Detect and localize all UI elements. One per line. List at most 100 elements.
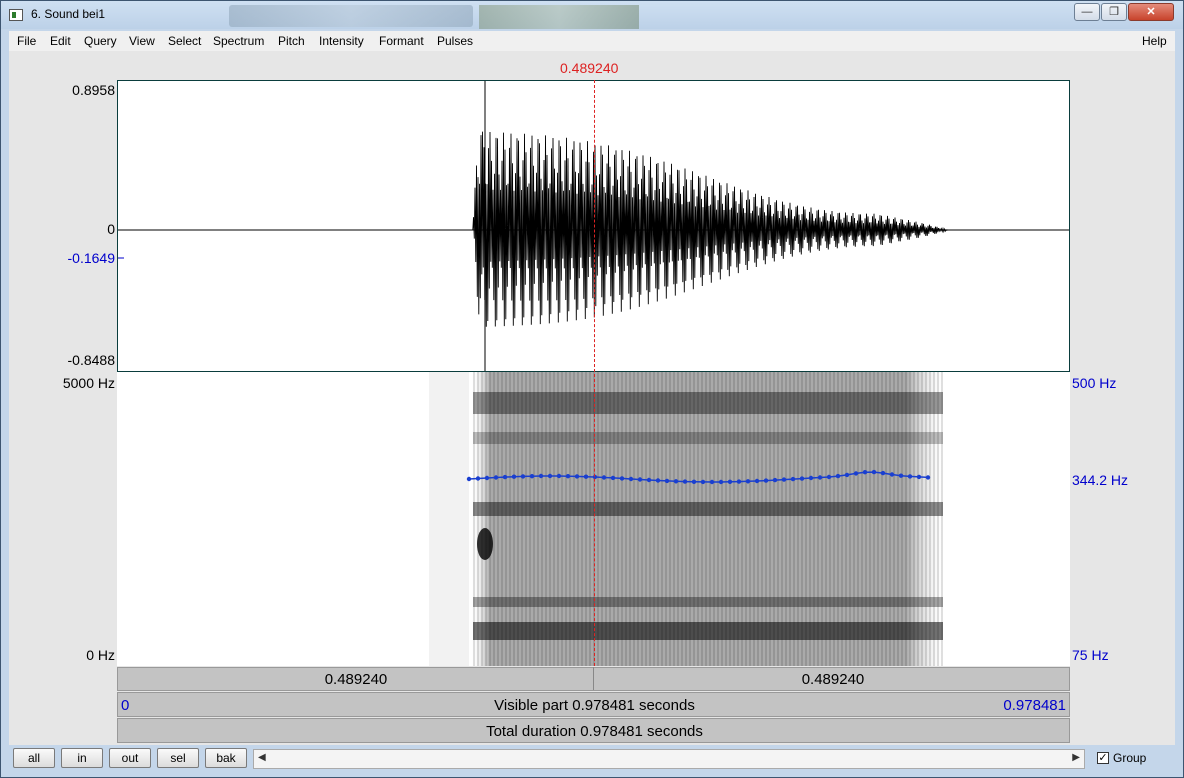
total-duration-bar[interactable]: Total duration 0.978481 seconds bbox=[117, 718, 1070, 743]
zoom-in-button[interactable]: in bbox=[61, 748, 103, 768]
background-window-title-blur bbox=[229, 5, 473, 27]
title-bar[interactable]: 6. Sound bei1 — ❐ ✕ bbox=[1, 1, 1183, 29]
waveform-trace bbox=[418, 131, 1069, 327]
pitch-cursor-label: 344.2 Hz bbox=[1072, 472, 1129, 488]
menu-select[interactable]: Select bbox=[168, 34, 201, 48]
praat-sound-window: 6. Sound bei1 — ❐ ✕ File Edit Query View… bbox=[0, 0, 1184, 778]
formant-band bbox=[473, 392, 943, 414]
pitch-point bbox=[781, 477, 787, 482]
pitch-point bbox=[736, 479, 742, 484]
maximize-button[interactable]: ❐ bbox=[1101, 3, 1127, 21]
pitch-point bbox=[529, 474, 535, 479]
menu-intensity[interactable]: Intensity bbox=[319, 34, 364, 48]
pitch-point bbox=[691, 479, 697, 484]
menu-spectrum[interactable]: Spectrum bbox=[213, 34, 264, 48]
pitch-point bbox=[808, 475, 814, 481]
pitch-point bbox=[772, 477, 778, 483]
pitch-point bbox=[925, 475, 931, 480]
menu-query[interactable]: Query bbox=[84, 34, 117, 48]
spectrogram-freq-min: 0 Hz bbox=[86, 647, 115, 663]
pitch-point bbox=[763, 478, 769, 483]
zoom-out-button[interactable]: out bbox=[109, 748, 151, 768]
waveform-y-cursor: -0.1649 bbox=[67, 250, 115, 266]
pitch-point bbox=[853, 471, 859, 476]
pitch-point bbox=[907, 474, 913, 479]
waveform-y-max: 0.8958 bbox=[72, 82, 115, 98]
pitch-point bbox=[880, 470, 886, 476]
pitch-point bbox=[619, 476, 625, 481]
menu-file[interactable]: File bbox=[17, 34, 36, 48]
total-duration-label[interactable]: Total duration 0.978481 seconds bbox=[118, 723, 1071, 740]
group-checkbox[interactable]: ✓ bbox=[1097, 752, 1109, 764]
pitch-max-label: 500 Hz bbox=[1072, 375, 1117, 391]
pitch-point bbox=[898, 473, 904, 478]
waveform-y-min: -0.8488 bbox=[67, 352, 115, 368]
pitch-point bbox=[556, 473, 562, 479]
window-title: 6. Sound bei1 bbox=[31, 7, 106, 21]
segment-right-duration[interactable]: 0.489240 bbox=[595, 671, 1071, 688]
pitch-point bbox=[844, 472, 850, 478]
pitch-point bbox=[628, 476, 634, 482]
show-all-button[interactable]: all bbox=[13, 748, 55, 768]
spectrogram-faint-onset bbox=[429, 372, 469, 666]
visible-end-time: 0.978481 bbox=[1003, 697, 1066, 714]
menu-help[interactable]: Help bbox=[1142, 34, 1167, 48]
pitch-point bbox=[835, 473, 841, 479]
menu-pitch[interactable]: Pitch bbox=[278, 34, 305, 48]
pitch-point bbox=[646, 477, 652, 483]
spectrogram-freq-max: 5000 Hz bbox=[62, 375, 115, 391]
menu-formant[interactable]: Formant bbox=[379, 34, 424, 48]
zoom-to-selection-button[interactable]: sel bbox=[157, 748, 199, 768]
pitch-point bbox=[502, 474, 508, 480]
pitch-point bbox=[466, 476, 472, 482]
pitch-point bbox=[709, 479, 715, 485]
pitch-point bbox=[745, 479, 751, 484]
pitch-point bbox=[520, 474, 526, 479]
pitch-point bbox=[817, 475, 823, 480]
pitch-point bbox=[583, 474, 589, 479]
pitch-point bbox=[727, 479, 733, 484]
pitch-point bbox=[637, 477, 643, 482]
pitch-point bbox=[601, 475, 607, 480]
background-window-blur bbox=[479, 5, 639, 29]
time-scrollbar[interactable]: ◀ ▶ bbox=[253, 749, 1085, 769]
pitch-point bbox=[871, 469, 877, 475]
pitch-point bbox=[862, 470, 868, 475]
cursor-time-label: 0.489240 bbox=[560, 60, 619, 76]
pitch-point bbox=[682, 479, 688, 484]
segment-separator bbox=[593, 667, 594, 690]
menu-edit[interactable]: Edit bbox=[50, 34, 71, 48]
pitch-point bbox=[916, 474, 922, 480]
pitch-point bbox=[790, 476, 796, 482]
segment-left-duration[interactable]: 0.489240 bbox=[118, 671, 594, 688]
menu-bar: File Edit Query View Select Spectrum Pit… bbox=[9, 31, 1175, 51]
pitch-point bbox=[718, 479, 724, 485]
formant-band bbox=[473, 432, 943, 444]
pitch-min-label: 75 Hz bbox=[1072, 647, 1109, 663]
menu-pulses[interactable]: Pulses bbox=[437, 34, 473, 48]
visible-part-label[interactable]: Visible part 0.978481 seconds bbox=[118, 697, 1071, 714]
pitch-point bbox=[754, 478, 760, 484]
pitch-point bbox=[574, 474, 580, 479]
pitch-point bbox=[565, 474, 571, 479]
close-button[interactable]: ✕ bbox=[1128, 3, 1174, 21]
menu-view[interactable]: View bbox=[129, 34, 155, 48]
pitch-point bbox=[655, 478, 661, 483]
spectrogram-striations bbox=[471, 372, 944, 666]
formant-band bbox=[473, 597, 943, 607]
pitch-point bbox=[799, 476, 805, 481]
pitch-point bbox=[826, 474, 832, 480]
pitch-point bbox=[475, 476, 481, 481]
pitch-point bbox=[511, 474, 517, 479]
pitch-point bbox=[538, 473, 544, 479]
scroll-left-arrow-icon[interactable]: ◀ bbox=[258, 752, 266, 763]
formant-band bbox=[473, 502, 943, 516]
pitch-point bbox=[547, 473, 553, 479]
zoom-back-button[interactable]: bak bbox=[205, 748, 247, 768]
scroll-right-arrow-icon[interactable]: ▶ bbox=[1072, 752, 1080, 763]
formant-band bbox=[473, 622, 943, 640]
group-checkbox-label: Group bbox=[1113, 751, 1147, 765]
visible-part-bar[interactable]: 0 Visible part 0.978481 seconds 0.978481 bbox=[117, 692, 1070, 717]
praat-window-icon bbox=[9, 9, 23, 21]
minimize-button[interactable]: — bbox=[1074, 3, 1100, 21]
